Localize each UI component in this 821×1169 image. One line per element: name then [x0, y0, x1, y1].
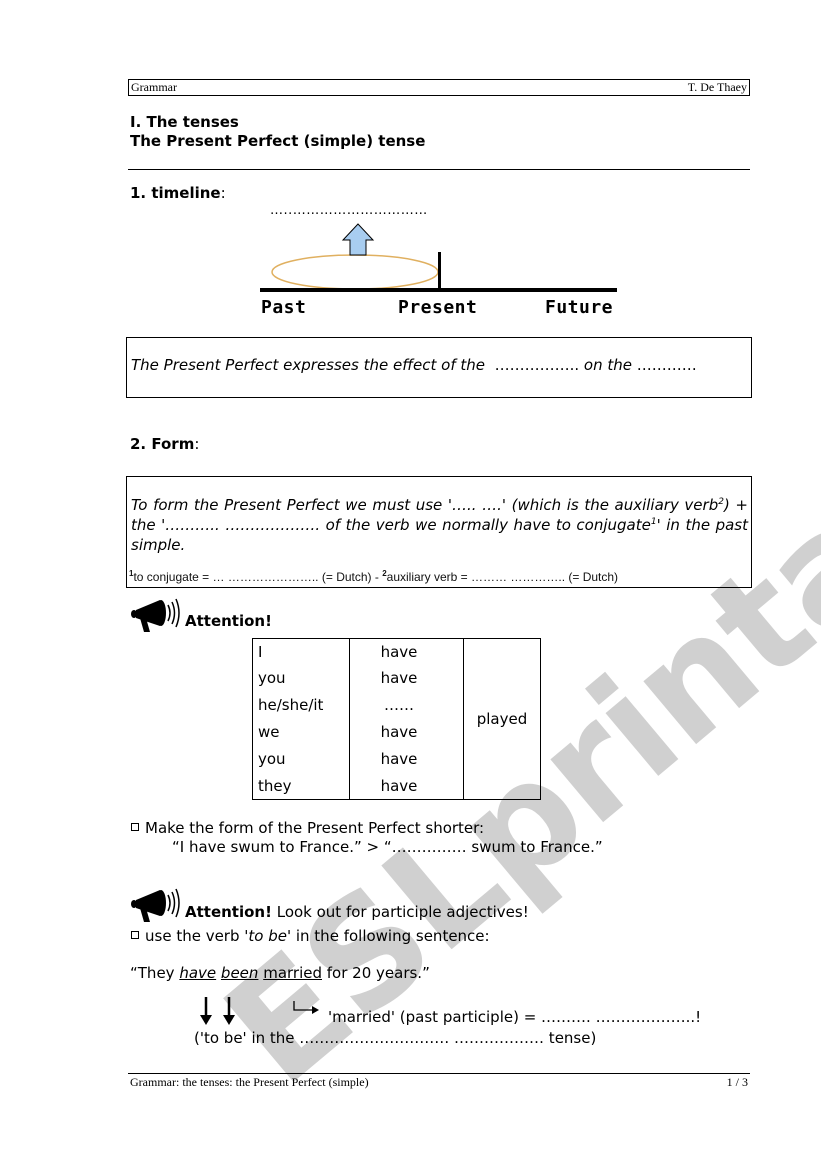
- word-have: have: [179, 964, 217, 982]
- heading-colon: :: [220, 184, 226, 202]
- footer-divider: [128, 1073, 750, 1074]
- example-sentence: “They have been married for 20 years.”: [130, 964, 430, 982]
- section-heading-timeline: 1. timeline:: [130, 184, 226, 202]
- word-married: married: [263, 964, 322, 982]
- rule-line-1-end: ): [723, 496, 730, 514]
- chapter-title: I. The tenses: [130, 113, 239, 131]
- sentence-part: for 20 years.”: [322, 964, 430, 982]
- divider: [128, 169, 750, 170]
- rule-line-1: To form the Present Perfect we must use …: [131, 496, 719, 514]
- auxiliary-cell: have: [349, 745, 464, 772]
- down-arrows-icon: [200, 997, 235, 1025]
- page-header: Grammar T. De Thaey: [128, 79, 750, 96]
- participle-cell: played: [463, 638, 541, 800]
- footnotes: 1to conjugate = … ………………….. (= Dutch) - …: [129, 569, 749, 584]
- form-rule-text: To form the Present Perfect we must use …: [131, 495, 748, 555]
- timeline-diagram: Past Present Future: [260, 223, 617, 318]
- subject-cell: he/she/it: [252, 691, 350, 718]
- shorten-instruction-text: Make the form of the Present Perfect sho…: [145, 819, 485, 837]
- subject-cell: we: [252, 718, 350, 745]
- square-bullet-icon: [131, 822, 139, 831]
- to-be-instruction: use the verb 'to be' in the following se…: [131, 927, 490, 945]
- footnote-conjugate: to conjugate = … ………………….. (= Dutch) -: [133, 570, 383, 584]
- timeline-label-present: Present: [398, 297, 477, 318]
- section-heading-text: 2. Form: [130, 435, 195, 453]
- tense-note: ('to be' in the ………………………… ……………… tense): [194, 1029, 597, 1047]
- timeline-label-future: Future: [545, 297, 613, 318]
- definition-box: The Present Perfect expresses the effect…: [126, 337, 752, 398]
- footnote-auxiliary: auxiliary verb = ……… ………….. (= Dutch): [386, 570, 619, 584]
- shorten-example: “I have swum to France.” > “…………… swum t…: [172, 838, 603, 856]
- participle-note: 'married' (past participle) = ………. ………………: [328, 1008, 702, 1026]
- subject-cell: they: [252, 772, 350, 800]
- megaphone-icon: [131, 598, 180, 632]
- subject-cell: you: [252, 664, 350, 691]
- auxiliary-cell: have: [349, 664, 464, 691]
- header-subject: Grammar: [131, 80, 177, 94]
- hook-right-arrow-icon: [293, 1001, 319, 1014]
- section-heading-form: 2. Form:: [130, 435, 199, 453]
- definition-blank-2: …………: [636, 356, 697, 374]
- definition-mid: on the: [583, 356, 632, 374]
- timeline-label-past: Past: [261, 297, 306, 318]
- attention-note-text: Look out for participle adjectives!: [271, 903, 529, 921]
- footer-title: Grammar: the tenses: the Present Perfect…: [130, 1075, 369, 1089]
- attention-note: Attention! Look out for participle adjec…: [185, 903, 529, 921]
- instruction-part: ' in the following sentence:: [286, 927, 490, 945]
- header-author: T. De Thaey: [687, 80, 747, 94]
- shorten-instruction: Make the form of the Present Perfect sho…: [131, 819, 484, 837]
- auxiliary-cell: have: [349, 772, 464, 800]
- table-row: I have played: [252, 638, 541, 800]
- definition-text: The Present Perfect expresses the effect…: [131, 356, 697, 374]
- word-been: been: [220, 964, 259, 982]
- instruction-part: use the verb ': [145, 927, 249, 945]
- subject-cell: you: [252, 745, 350, 772]
- auxiliary-cell: ……: [349, 691, 464, 718]
- section-heading-text: 1. timeline: [130, 184, 221, 202]
- conjugation-table: I have played you have he/she/it …… we h…: [252, 638, 541, 800]
- instruction-emphasis: to be: [248, 927, 287, 945]
- definition-blank-1: ……………..: [494, 356, 580, 374]
- past-period-ellipse: [271, 254, 439, 290]
- auxiliary-cell: have: [349, 718, 464, 745]
- square-bullet-icon: [131, 930, 139, 939]
- sentence-part: “They: [130, 964, 180, 982]
- definition-prefix: The Present Perfect expresses the effect…: [131, 356, 486, 374]
- megaphone-icon: [131, 888, 180, 922]
- lesson-title: The Present Perfect (simple) tense: [130, 132, 426, 150]
- timeline-blank: …..…………………………: [270, 203, 428, 218]
- effect-up-arrow-icon: [341, 223, 375, 256]
- form-rule-box: To form the Present Perfect we must use …: [126, 476, 752, 588]
- subject-cell: I: [252, 638, 350, 664]
- attention-label: Attention!: [185, 903, 272, 921]
- present-marker: [438, 252, 441, 292]
- timeline-axis: [260, 288, 617, 292]
- attention-label: Attention!: [185, 612, 272, 630]
- auxiliary-cell: have: [349, 638, 464, 664]
- page-number: 1 / 3: [726, 1075, 748, 1089]
- heading-colon: :: [194, 435, 200, 453]
